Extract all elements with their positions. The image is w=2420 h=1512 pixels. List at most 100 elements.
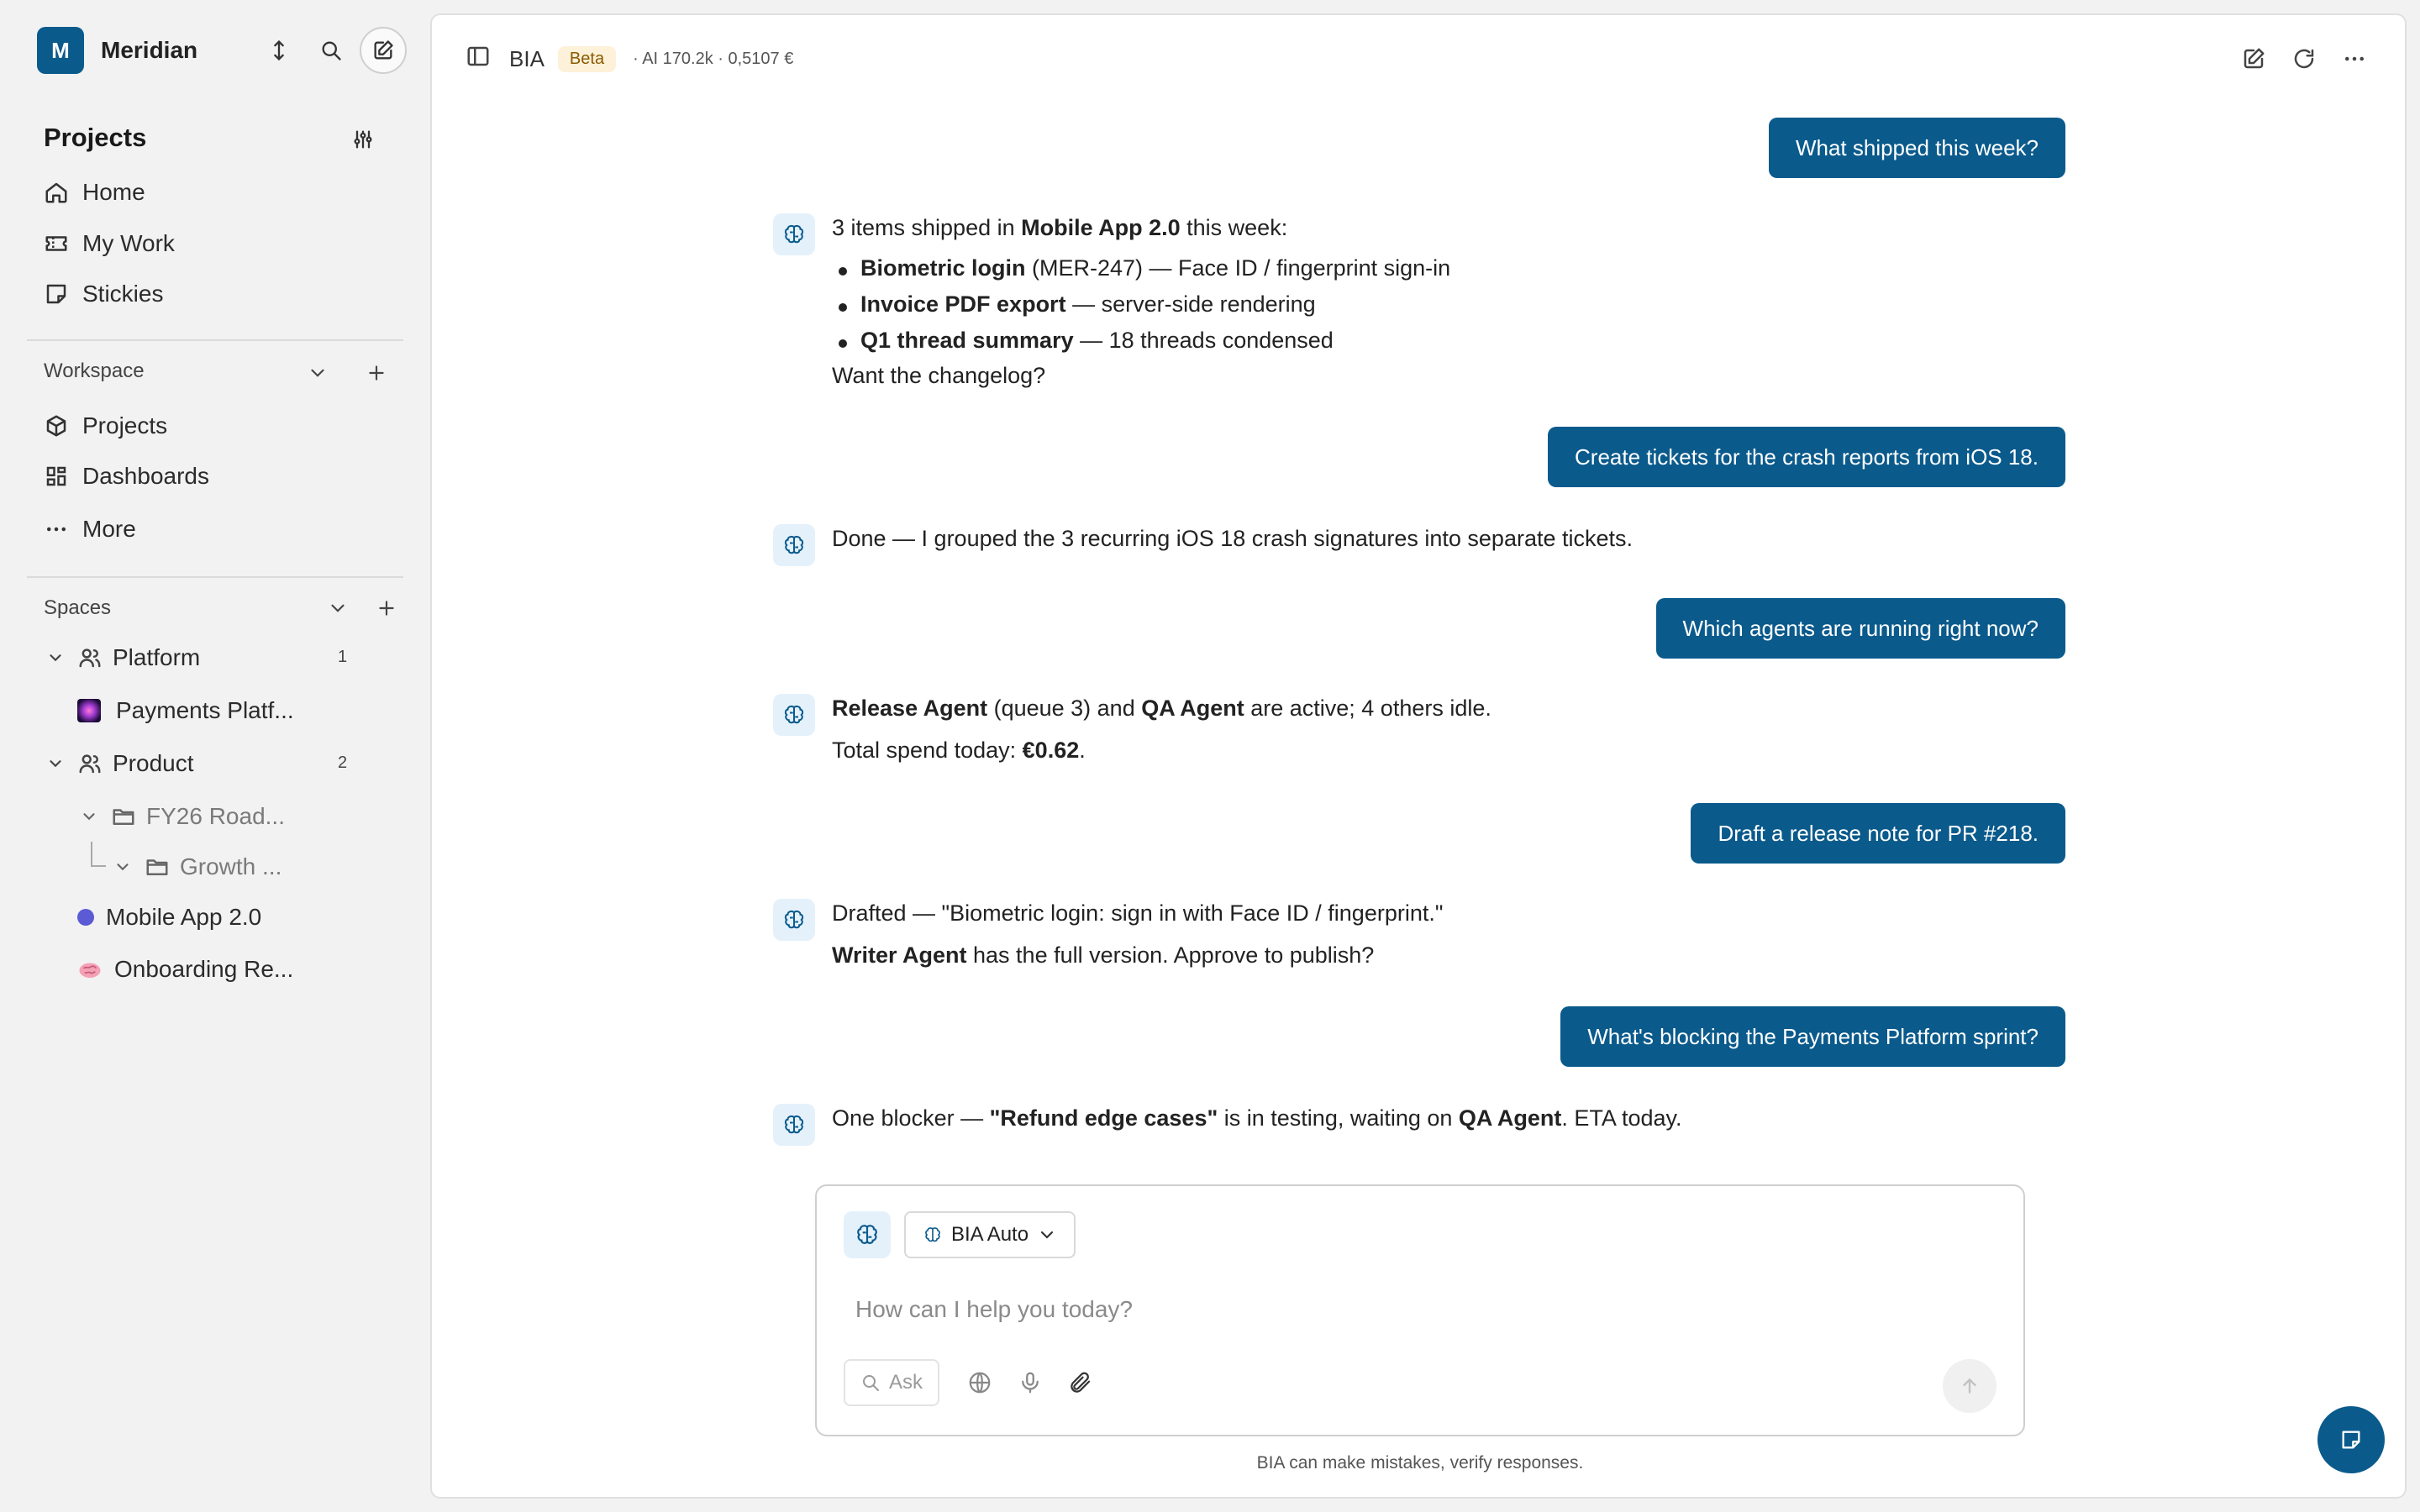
disclaimer: BIA can make mistakes, verify responses. [1256, 1453, 1584, 1473]
project-payments-label: Payments Platf... [116, 697, 294, 723]
attachment-icon[interactable] [1055, 1359, 1106, 1406]
assistant-message: Drafted — "Biometric login: sign in with… [832, 900, 1444, 926]
chat-composer: BIA Auto Ask [815, 1184, 2025, 1436]
chevron-down-icon[interactable] [44, 648, 67, 667]
arrow-up-icon [1963, 1378, 1976, 1394]
workspace-collapse-chevron-icon[interactable] [301, 356, 334, 390]
galaxy-icon [77, 699, 101, 722]
refresh-icon[interactable] [2279, 34, 2329, 84]
folder-growth[interactable]: Growth ... [111, 845, 281, 889]
nav-stickies[interactable]: Stickies [44, 273, 163, 315]
nav-home-label: Home [82, 179, 145, 205]
nav-stickies-label: Stickies [82, 281, 164, 307]
project-payments-platform[interactable]: Payments Platf... [77, 689, 294, 732]
nav-more[interactable]: More [44, 508, 136, 550]
assistant-message: Done — I grouped the 3 recurring iOS 18 … [832, 526, 1634, 551]
model-selector[interactable]: BIA Auto [904, 1211, 1076, 1258]
chevron-down-icon[interactable] [44, 754, 67, 773]
spaces-collapse-chevron-icon[interactable] [321, 591, 355, 625]
assistant-message-spend: Total spend today: €0.62. [832, 738, 1086, 763]
space-platform[interactable]: Platform [44, 636, 200, 680]
ask-mode-button[interactable]: Ask [844, 1359, 940, 1406]
ask-mode-label: Ask [889, 1371, 923, 1394]
assistant-brain-icon[interactable] [844, 1211, 891, 1258]
assistant-avatar-icon [773, 213, 815, 255]
space-product-label: Product [113, 750, 194, 776]
project-mobile-label: Mobile App 2.0 [106, 904, 262, 930]
assistant-avatar-icon [773, 899, 815, 941]
search-icon[interactable] [308, 27, 355, 74]
grid-icon [46, 466, 66, 486]
folder-icon [111, 804, 136, 829]
ticket-icon [45, 236, 67, 251]
nav-more-label: More [82, 516, 136, 542]
switch-workspace-icon[interactable] [255, 27, 302, 74]
edit-icon[interactable] [2228, 34, 2279, 84]
model-selector-label: BIA Auto [951, 1223, 1029, 1246]
globe-icon[interactable] [955, 1359, 1005, 1406]
list-item: Q1 thread summary — 18 threads condensed [839, 328, 1334, 353]
toggle-sidebar-icon[interactable] [466, 44, 491, 75]
assistant-message-approve: Writer Agent has the full version. Appro… [832, 942, 1375, 968]
box-icon [46, 415, 66, 437]
team-icon [77, 751, 103, 776]
folder-growth-label: Growth ... [180, 853, 282, 879]
filter-sliders-icon[interactable] [346, 123, 380, 156]
project-onboarding-label: Onboarding Re... [114, 956, 294, 982]
composer-tools: Ask [844, 1359, 1106, 1406]
folder-fy26-label: FY26 Road... [146, 803, 285, 829]
project-onboarding[interactable]: Onboarding Re... [77, 948, 293, 991]
sidebar: M Meridian Projects Home My Work Stickie… [0, 0, 430, 1512]
nav-home[interactable]: Home [44, 171, 145, 213]
sticky-note-icon [2342, 1431, 2360, 1449]
project-mobile-app[interactable]: Mobile App 2.0 [77, 895, 261, 939]
list-item: Biometric login (MER-247) — Face ID / fi… [838, 255, 1451, 281]
spaces-section-label: Spaces [44, 596, 112, 619]
sticky-note-fab[interactable] [2317, 1406, 2385, 1473]
workspace-name[interactable]: Meridian [101, 37, 250, 64]
topbar-actions [2228, 34, 2380, 84]
microphone-icon[interactable] [1005, 1359, 1055, 1406]
chevron-down-icon[interactable] [77, 807, 101, 826]
workspace-add-icon[interactable] [360, 356, 393, 390]
team-icon [77, 645, 103, 670]
chevron-down-icon[interactable] [111, 858, 134, 876]
nav-dashboards[interactable]: Dashboards [44, 455, 209, 497]
user-message: Which agents are running right now? [1655, 598, 2065, 659]
more-options-icon[interactable] [2329, 34, 2380, 84]
assistant-avatar-icon [773, 1104, 815, 1146]
nav-projects-label: Projects [82, 412, 168, 438]
project-color-dot [77, 909, 94, 926]
nav-dashboards-label: Dashboards [82, 463, 209, 489]
dots-icon [47, 527, 66, 532]
workspace-logo[interactable]: M [37, 27, 84, 74]
nav-my-work[interactable]: My Work [44, 223, 175, 265]
nav-my-work-label: My Work [82, 230, 175, 256]
beta-badge: Beta [557, 45, 617, 72]
search-icon [863, 1375, 879, 1391]
folder-fy26-roadmap[interactable]: FY26 Road... [77, 795, 285, 838]
brain-icon [923, 1225, 943, 1245]
assistant-message: Release Agent (queue 3) and QA Agent are… [832, 696, 1491, 721]
brain-icon [77, 957, 103, 982]
new-chat-icon[interactable] [360, 27, 407, 74]
space-product-count: 2 [338, 753, 348, 772]
space-product[interactable]: Product [44, 742, 194, 785]
spaces-add-icon[interactable] [370, 591, 403, 625]
assistant-message-outro: Want the changelog? [832, 363, 1046, 388]
sidebar-divider [27, 576, 403, 578]
usage-meta: · AI 170.2k · 0,5107 € [633, 49, 794, 68]
user-message: What shipped this week? [1768, 118, 2065, 178]
assistant-title: BIA [509, 45, 544, 71]
tree-connector [91, 842, 106, 867]
chevron-down-icon [1037, 1225, 1057, 1245]
chat-topbar: BIA Beta · AI 170.2k · 0,5107 € [466, 34, 793, 84]
sticky-note-icon [46, 284, 66, 304]
send-button[interactable] [1943, 1359, 1996, 1413]
message-input[interactable] [855, 1289, 1981, 1331]
projects-title: Projects [44, 123, 147, 152]
nav-projects[interactable]: Projects [44, 405, 167, 447]
home-icon [45, 182, 67, 203]
user-message: Create tickets for the crash reports fro… [1548, 427, 2065, 487]
user-message: Draft a release note for PR #218. [1691, 803, 2065, 864]
